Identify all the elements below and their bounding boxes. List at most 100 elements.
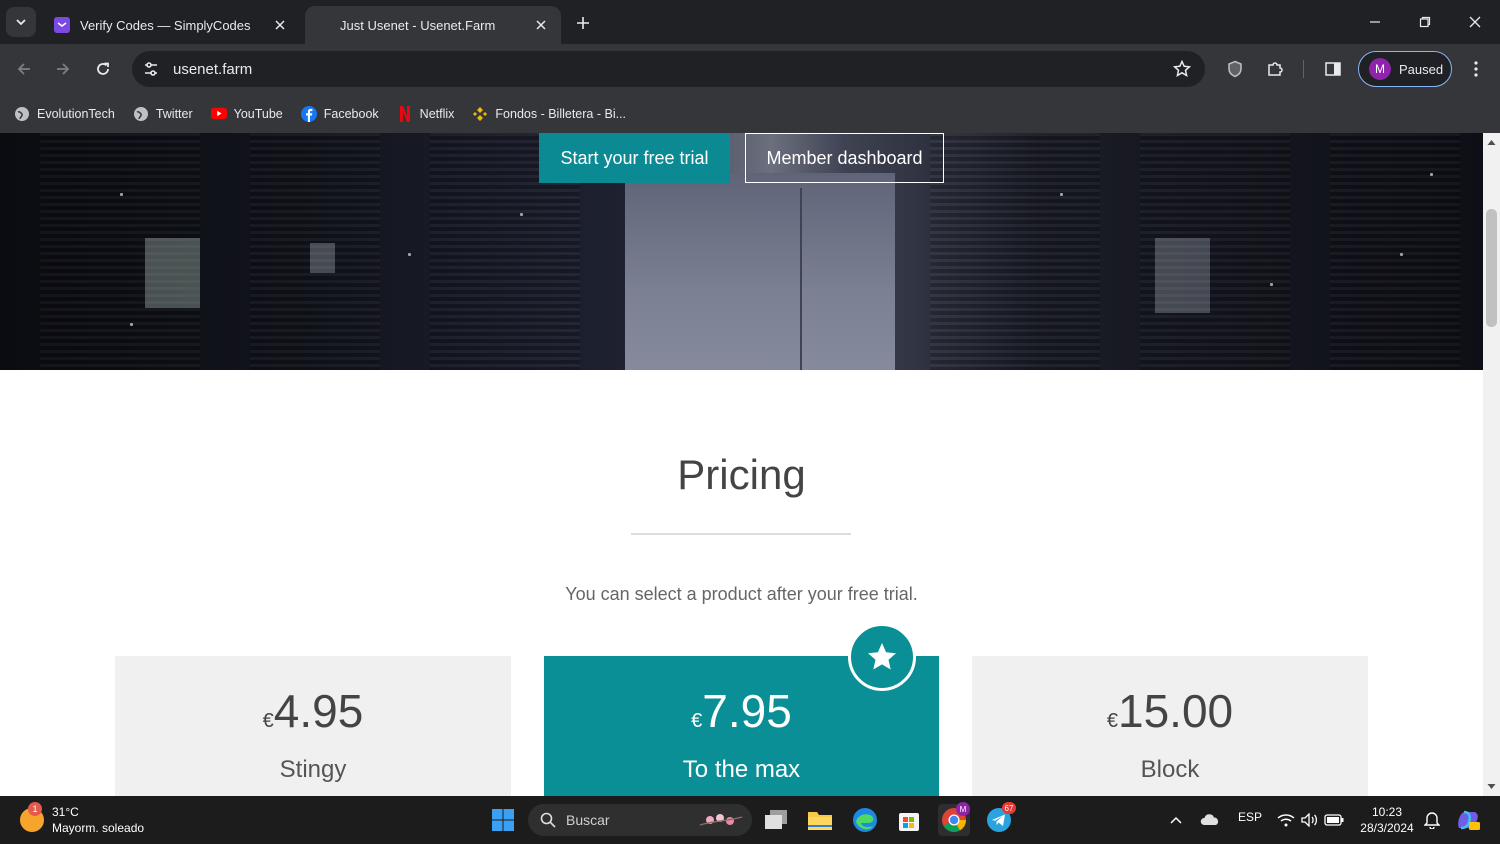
start-button[interactable] [487, 804, 519, 836]
copilot-button[interactable] [1452, 804, 1484, 836]
corridor-door-image [800, 188, 802, 370]
system-clock[interactable]: 10:23 28/3/2024 [1354, 804, 1420, 836]
price-amount: 7.95 [702, 685, 792, 737]
notifications-button[interactable] [1416, 804, 1448, 836]
featured-badge [848, 623, 916, 691]
profile-button[interactable]: M Paused [1358, 51, 1452, 87]
plan-price: €7.95 [544, 684, 939, 738]
avatar: M [1369, 58, 1391, 80]
extensions-button[interactable] [1261, 55, 1289, 83]
sun-icon: 1 [20, 802, 44, 832]
file-explorer-button[interactable] [804, 804, 836, 836]
bookmark-label: YouTube [233, 106, 283, 121]
windows-logo-icon [492, 809, 514, 831]
edge-button[interactable] [849, 804, 881, 836]
server-led [520, 213, 523, 216]
tab-simplycodes[interactable]: Verify Codes — SimplyCodes [44, 6, 300, 44]
close-window-button[interactable] [1460, 8, 1490, 36]
bookmark-label: Netflix [419, 106, 455, 121]
language-indicator[interactable]: ESP [1238, 810, 1262, 824]
chrome-button[interactable]: M [938, 802, 970, 836]
pricing-subtitle: You can select a product after your free… [565, 584, 918, 604]
server-light-panel [310, 243, 335, 273]
show-hidden-icons-button[interactable] [1160, 804, 1192, 836]
pricing-card-block[interactable]: €15.00 Block [972, 656, 1368, 796]
bookmark-evolutiontech[interactable]: EvolutionTech [14, 106, 115, 122]
menu-button[interactable] [1462, 55, 1490, 83]
weather-text: 31°C Mayorm. soleado [52, 804, 144, 836]
clock-date: 28/3/2024 [1360, 821, 1414, 835]
currency-symbol: € [262, 710, 274, 732]
scrollbar-thumb[interactable] [1486, 209, 1497, 327]
server-light-panel [1155, 238, 1210, 313]
side-panel-icon [1325, 62, 1341, 76]
microsoft-store-button[interactable] [893, 804, 925, 836]
member-dashboard-button[interactable]: Member dashboard [745, 133, 944, 183]
extension-shield-button[interactable] [1221, 55, 1249, 83]
binance-icon [472, 106, 488, 122]
weather-temp: 31°C [52, 805, 79, 819]
puzzle-icon [1268, 62, 1283, 76]
battery-button[interactable] [1318, 804, 1350, 836]
reload-button[interactable] [89, 55, 117, 83]
task-view-button[interactable] [760, 804, 792, 836]
side-panel-button[interactable] [1319, 55, 1347, 83]
server-rack-image [930, 133, 1100, 370]
corridor-door-image [625, 173, 895, 370]
price-amount: 15.00 [1118, 685, 1234, 737]
bookmark-label: Fondos - Billetera - Bi... [495, 106, 627, 121]
plan-price: €15.00 [972, 684, 1368, 738]
close-icon[interactable] [529, 13, 553, 37]
bookmark-binance[interactable]: Fondos - Billetera - Bi... [472, 106, 626, 122]
netflix-icon [397, 105, 413, 122]
profile-badge: M [956, 802, 970, 816]
bookmark-netflix[interactable]: Netflix [397, 105, 455, 122]
tab-strip: Verify Codes — SimplyCodes Just Usenet -… [0, 0, 1500, 44]
page-scrollbar[interactable] [1483, 133, 1500, 796]
bookmark-star-icon[interactable] [1173, 60, 1191, 78]
bookmark-facebook[interactable]: Facebook [300, 105, 379, 122]
tab-usenet-farm[interactable]: Just Usenet - Usenet.Farm [305, 6, 561, 44]
store-icon [899, 813, 919, 831]
currency-symbol: € [691, 710, 703, 732]
simplycodes-icon [54, 17, 70, 33]
minimize-icon [1370, 21, 1380, 23]
onedrive-button[interactable] [1194, 804, 1226, 836]
star-icon [868, 643, 896, 670]
start-free-trial-button[interactable]: Start your free trial [539, 133, 730, 183]
tab-search-button[interactable] [6, 7, 36, 37]
telegram-button[interactable]: 67 [983, 802, 1016, 836]
speaker-icon [1301, 813, 1318, 827]
address-bar[interactable]: usenet.farm [132, 51, 1205, 87]
server-led [130, 323, 133, 326]
hero-banner: Start your free trial Member dashboard [0, 133, 1483, 370]
weather-desc: Mayorm. soleado [52, 821, 145, 835]
new-tab-button[interactable] [570, 10, 596, 36]
windows-taskbar: 1 31°C Mayorm. soleado Buscar M 67 ESP 1… [0, 796, 1500, 844]
task-view-icon [765, 810, 787, 829]
server-led [408, 253, 411, 256]
globe-icon [14, 106, 30, 122]
pricing-card-stingy[interactable]: €4.95 Stingy [115, 656, 511, 796]
bookmark-youtube[interactable]: YouTube [210, 106, 283, 122]
section-divider [631, 533, 851, 535]
search-icon [540, 812, 556, 828]
close-icon[interactable] [268, 13, 292, 37]
plus-icon [577, 17, 589, 29]
restore-icon [1419, 16, 1431, 28]
chevron-up-icon [1170, 816, 1182, 824]
taskbar-search[interactable]: Buscar [528, 804, 752, 836]
forward-button[interactable] [49, 55, 77, 83]
shield-icon [1228, 60, 1242, 78]
scroll-down-icon[interactable] [1487, 782, 1496, 791]
back-button[interactable] [10, 55, 38, 83]
clock-time: 10:23 [1371, 805, 1403, 819]
bookmark-twitter[interactable]: Twitter [133, 106, 193, 122]
weather-widget[interactable]: 1 31°C Mayorm. soleado [20, 802, 144, 836]
minimize-button[interactable] [1360, 8, 1390, 36]
site-settings-icon[interactable] [142, 60, 160, 78]
server-led [120, 193, 123, 196]
bookmark-label: Facebook [323, 106, 379, 121]
scroll-up-icon[interactable] [1487, 138, 1496, 147]
restore-button[interactable] [1410, 8, 1440, 36]
